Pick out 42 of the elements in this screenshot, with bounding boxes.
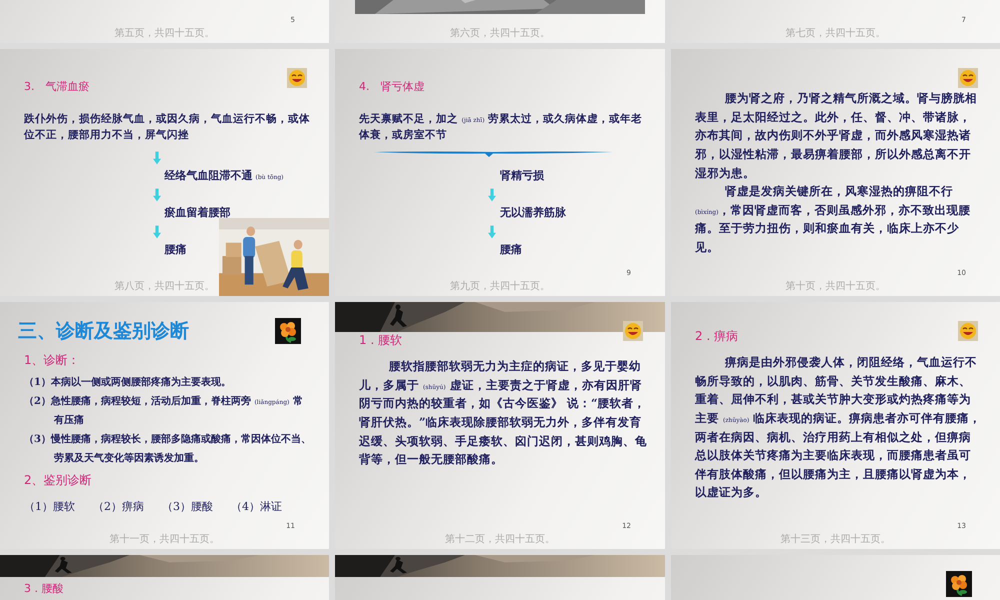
smiley-icon [287, 68, 307, 88]
down-arrow-icon [488, 186, 496, 202]
page-footer: 第八页，共四十五页。 [114, 279, 214, 293]
flow-step: 无以濡养筋脉 [500, 204, 566, 220]
option-label: （4）淋证 [231, 499, 282, 514]
page-footer: 第六页，共四十五页。 [450, 26, 550, 40]
option-label: （2）痹病 [93, 499, 144, 514]
page-footer: 第九页，共四十五页。 [450, 279, 550, 293]
slide-heading: 3. 气滞血瘀 [24, 79, 90, 94]
option-label: （3）腰酸 [162, 499, 213, 514]
page-footer: 第十一页，共四十五页。 [110, 532, 220, 546]
flow-step: 腰痛 [500, 242, 522, 256]
down-arrow-icon [488, 224, 496, 240]
paragraph: 跌仆外伤，损伤经脉气血，或因久病，气血运行不畅，或体位不正，腰部用力不当，屏气闪挫 [24, 112, 311, 143]
flow-step: 肾精亏损 [500, 168, 544, 182]
page-footer: 第十三页，共四十五页。 [780, 532, 890, 546]
paragraph: 腰为肾之府，乃肾之精气所溉之域。肾与膀胱相表里，足太阳经过之。此外，任、督、冲、带诸脉，亦布其间，故内伤则不外乎肾虚，而外感风寒湿热诸邪，以湿性粘滞，最易痹着腰部，所以外感总离不开湿邪为患。 [695, 90, 978, 182]
list-item: （1）本病以一侧或两侧腰部疼痛为主要表现。 [24, 375, 232, 390]
section-heading: 2、鉴别诊断 [24, 472, 93, 489]
slide-heading: 4. 肾亏体虚 [359, 79, 426, 94]
flow-step: 经络气血阻滞不通 [164, 168, 252, 182]
page-footer: 第十页，共四十五页。 [786, 279, 886, 293]
page-footer: 第五页，共四十五页。 [114, 26, 214, 40]
flower-icon [946, 571, 972, 597]
slide-heading: 2 . 痹病 [695, 328, 740, 345]
down-arrow-icon [152, 186, 161, 202]
option-label: （1）腰软 [24, 499, 75, 514]
smiley-icon [623, 321, 643, 341]
down-arrow-icon [152, 224, 161, 240]
smiley-icon [958, 321, 978, 341]
page-footer: 第十二页，共四十五页。 [445, 532, 555, 546]
smiley-icon [958, 68, 978, 88]
slide-title: 三、诊断及鉴别诊断 [18, 319, 190, 344]
slide-heading: 3 . 腰酸 [24, 581, 64, 596]
section-heading: 1、诊断： [24, 352, 81, 369]
list-item: （3）慢性腰痛，病程较长，腰部多隐痛或酸痛，常因体位不当、劳累及天气变化等因素诱发加重。 [24, 432, 311, 466]
down-arrow-icon [152, 150, 161, 166]
slide-heading: 1 . 腰软 [359, 332, 404, 349]
page-footer: 第七页，共四十五页。 [786, 26, 886, 40]
flow-step: 瘀血留着腰部 [164, 204, 230, 220]
flow-step: 腰痛 [164, 242, 186, 256]
flower-icon [275, 318, 301, 344]
